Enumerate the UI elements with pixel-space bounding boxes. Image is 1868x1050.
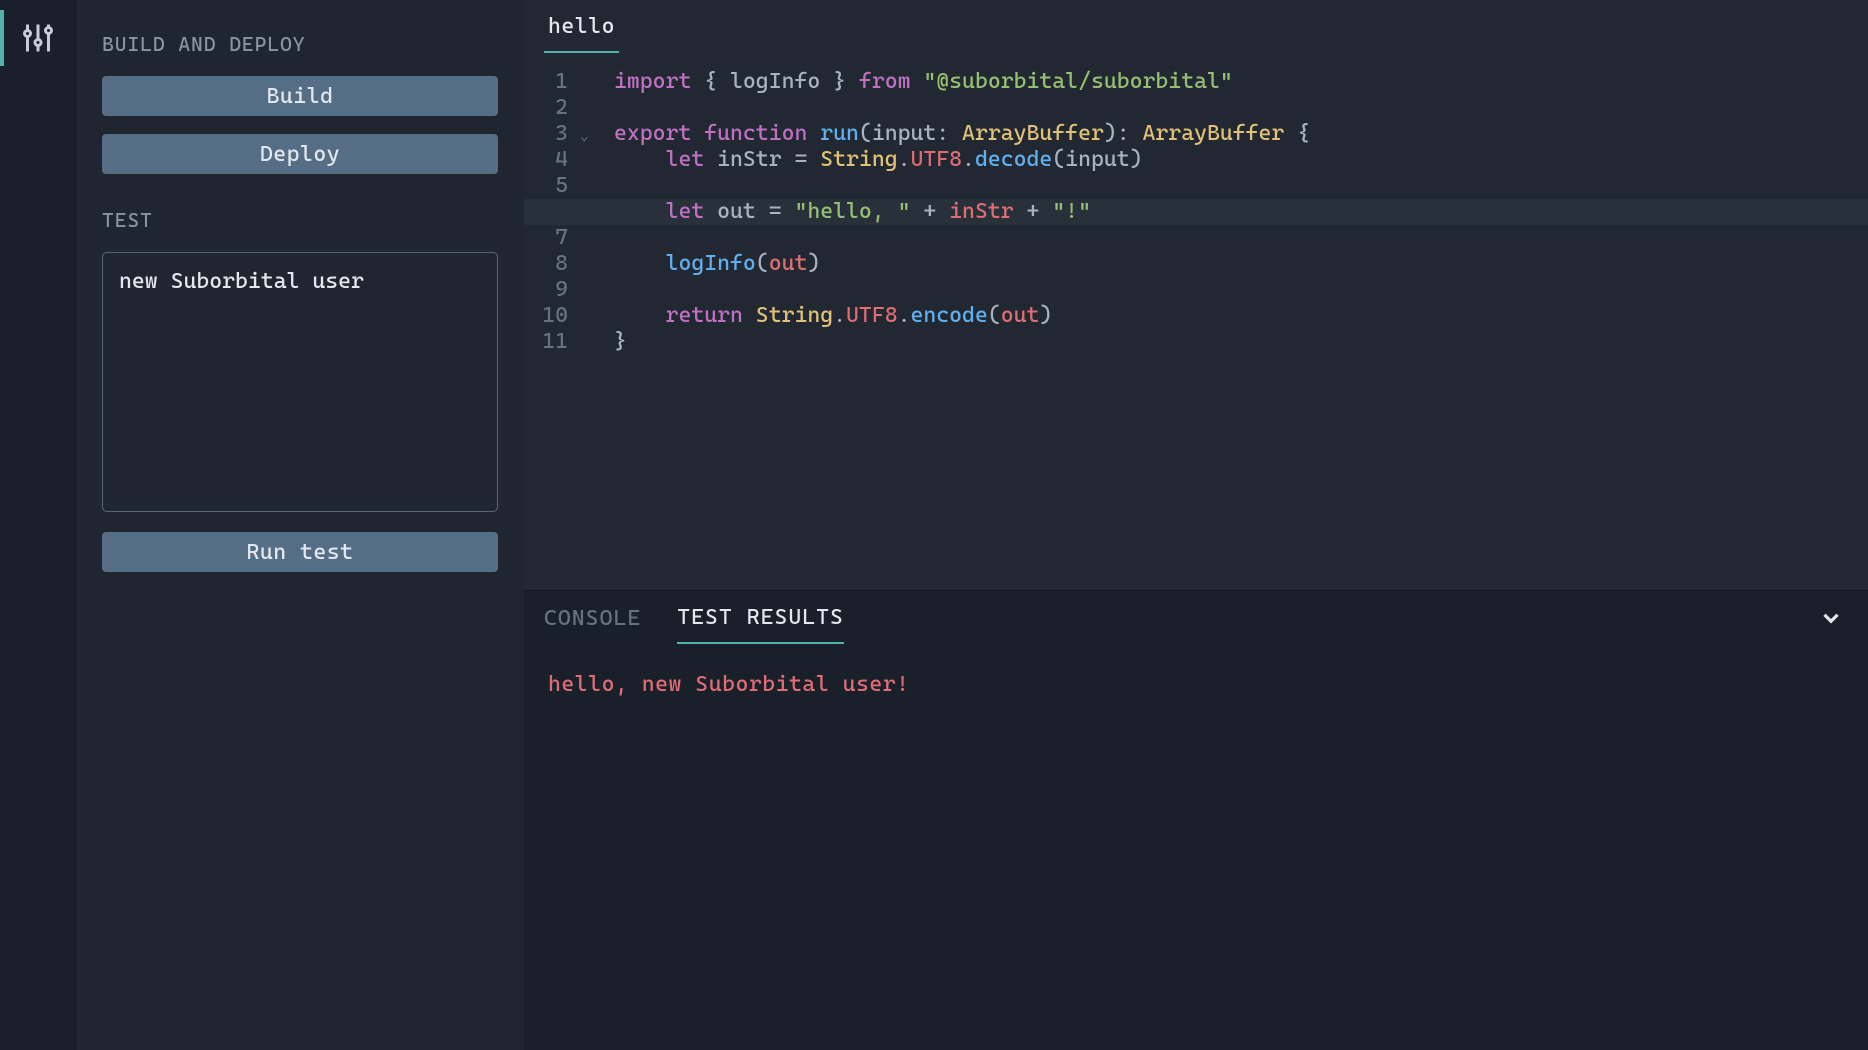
app-root: BUILD AND DEPLOY Build Deploy TEST Run t… xyxy=(0,0,1868,1050)
test-result-output: hello, new Suborbital user! xyxy=(524,644,1868,725)
code-editor[interactable]: 1234567891011⌄import { logInfo } from "@… xyxy=(524,53,1868,590)
tab-test-results[interactable]: TEST RESULTS xyxy=(677,605,844,644)
run-test-button[interactable]: Run test xyxy=(102,532,498,572)
tab-console[interactable]: CONSOLE xyxy=(544,606,641,643)
editor-tab[interactable]: hello xyxy=(544,8,619,53)
test-input[interactable] xyxy=(102,252,498,512)
panel-tab-bar: CONSOLE TEST RESULTS xyxy=(524,591,1868,644)
main-column: hello 1234567891011⌄import { logInfo } f… xyxy=(524,0,1868,1050)
build-button[interactable]: Build xyxy=(102,76,498,116)
build-deploy-heading: BUILD AND DEPLOY xyxy=(102,32,498,56)
chevron-down-icon[interactable] xyxy=(1818,605,1844,635)
icon-rail xyxy=(0,0,76,1050)
editor-tab-bar: hello xyxy=(524,0,1868,53)
build-deploy-group: Build Deploy xyxy=(102,76,498,174)
sidebar: BUILD AND DEPLOY Build Deploy TEST Run t… xyxy=(76,0,524,1050)
test-heading: TEST xyxy=(102,208,498,232)
bottom-panel: CONSOLE TEST RESULTS hello, new Suborbit… xyxy=(524,590,1868,1050)
settings-icon[interactable] xyxy=(14,14,62,62)
deploy-button[interactable]: Deploy xyxy=(102,134,498,174)
